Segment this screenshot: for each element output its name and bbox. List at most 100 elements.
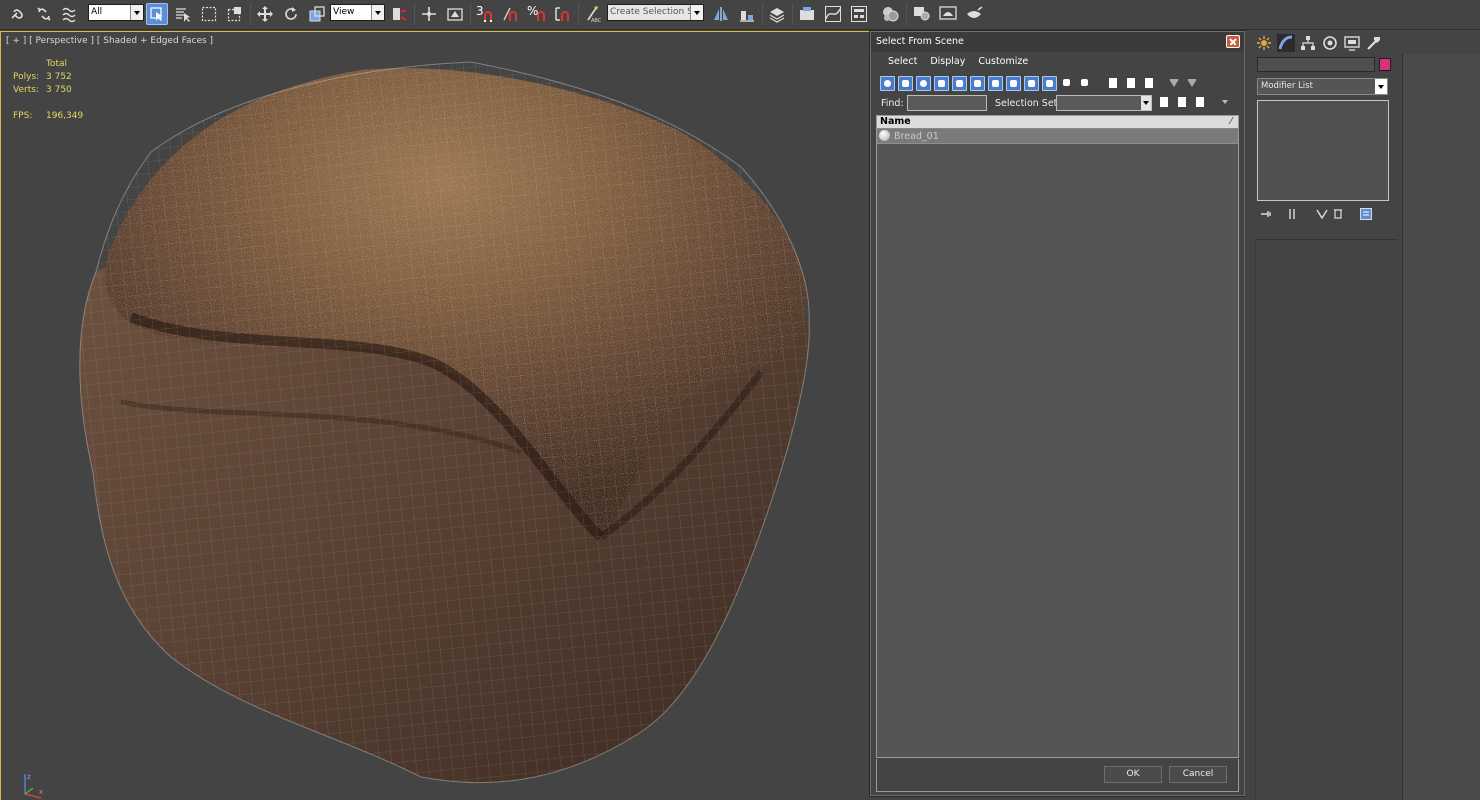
remove-selection-set-icon[interactable]: [1193, 95, 1208, 110]
filter-icon[interactable]: [1166, 76, 1181, 91]
options-chevron-icon[interactable]: [1220, 95, 1235, 110]
modify-tab-icon[interactable]: [1277, 34, 1295, 52]
select-none-icon[interactable]: [1124, 76, 1139, 91]
pin-stack-icon[interactable]: [1259, 207, 1273, 221]
material-editor-icon[interactable]: [878, 3, 902, 25]
pivot-icon[interactable]: [388, 3, 410, 25]
stats-polys-label: Polys:: [13, 72, 40, 82]
select-manipulate-icon[interactable]: [418, 3, 440, 25]
find-input[interactable]: [907, 95, 987, 111]
modifier-stack[interactable]: [1257, 100, 1389, 201]
align-icon[interactable]: [736, 3, 758, 25]
layer-manager-icon[interactable]: [766, 3, 788, 25]
command-panel-extension: [1402, 54, 1480, 800]
svg-text:ABC: ABC: [591, 18, 602, 23]
stats-verts-label: Verts:: [13, 85, 39, 95]
edit-named-selection-icon[interactable]: ABC: [582, 3, 604, 25]
object-name-input[interactable]: [1257, 57, 1375, 72]
select-by-name-icon[interactable]: [172, 3, 194, 25]
sort-icon: ⁄: [1230, 116, 1232, 127]
scene-object-list[interactable]: Name ⁄ Bread_01: [876, 115, 1239, 758]
geometry-object-icon: [879, 130, 890, 141]
ok-button[interactable]: OK: [1104, 766, 1162, 783]
select-object-icon[interactable]: [146, 3, 168, 25]
display-lights-icon[interactable]: [916, 76, 931, 91]
rendered-frame-icon[interactable]: [936, 3, 960, 25]
display-bones-icon[interactable]: [1024, 76, 1039, 91]
scale-icon[interactable]: [306, 3, 328, 25]
dialog-title: Select From Scene: [871, 32, 1244, 52]
chevron-down-icon: [690, 5, 703, 20]
show-end-result-icon[interactable]: [1285, 207, 1299, 221]
display-containers-icon[interactable]: [1042, 76, 1057, 91]
select-all-icon[interactable]: [1106, 76, 1121, 91]
dialog-button-bar: OK Cancel: [876, 759, 1239, 792]
cancel-button[interactable]: Cancel: [1169, 766, 1227, 783]
render-setup-icon[interactable]: [910, 3, 934, 25]
perspective-viewport[interactable]: [ + ] [ Perspective ] [ Shaded + Edged F…: [0, 31, 870, 800]
display-helpers-icon[interactable]: [952, 76, 967, 91]
hierarchy-tab-icon[interactable]: [1299, 34, 1317, 52]
close-icon[interactable]: [1226, 35, 1240, 48]
remove-modifier-icon[interactable]: [1331, 207, 1345, 221]
chevron-down-icon: [1141, 96, 1151, 110]
menu-select[interactable]: Select: [875, 53, 926, 71]
menu-display[interactable]: Display: [926, 53, 974, 71]
render-icon[interactable]: [962, 3, 986, 25]
display-groups-icon[interactable]: [988, 76, 1003, 91]
utilities-tab-icon[interactable]: [1365, 34, 1383, 52]
named-selection-dropdown[interactable]: Create Selection Se: [607, 4, 704, 21]
select-invert-icon[interactable]: [1142, 76, 1157, 91]
select-from-scene-dialog: Select From Scene Select Display Customi…: [870, 31, 1245, 796]
mirror-icon[interactable]: [710, 3, 732, 25]
display-shapes-icon[interactable]: [898, 76, 913, 91]
bind-spacewarp-icon[interactable]: [58, 3, 82, 25]
selection-filter-dropdown[interactable]: All: [88, 4, 144, 21]
spinner-snap-icon[interactable]: [552, 3, 574, 25]
schematic-view-icon[interactable]: [848, 3, 870, 25]
create-selection-set-icon[interactable]: [1157, 95, 1172, 110]
chevron-down-icon: [130, 5, 143, 20]
reference-coord-dropdown[interactable]: View: [330, 4, 385, 21]
display-cameras-icon[interactable]: [934, 76, 949, 91]
window-crossing-icon[interactable]: [224, 3, 246, 25]
bread-mesh[interactable]: [1, 32, 870, 800]
rect-region-icon[interactable]: [198, 3, 220, 25]
keyboard-shortcut-icon[interactable]: [444, 3, 466, 25]
angle-snap-icon[interactable]: [500, 3, 522, 25]
display-tab-icon[interactable]: [1343, 34, 1361, 52]
link-icon[interactable]: [6, 3, 30, 25]
percent-snap-label: %: [527, 4, 539, 18]
move-icon[interactable]: [254, 3, 276, 25]
list-item[interactable]: Bread_01: [877, 129, 1238, 144]
graphite-icon[interactable]: [796, 3, 818, 25]
dialog-menubar: Select Display Customize: [875, 53, 1240, 71]
display-spacewarps-icon[interactable]: [970, 76, 985, 91]
column-header-name[interactable]: Name ⁄: [877, 116, 1238, 129]
display-hidden-icon[interactable]: [1078, 76, 1093, 91]
display-geometry-icon[interactable]: [880, 76, 895, 91]
display-frozen-icon[interactable]: [1060, 76, 1075, 91]
find-label: Find:: [881, 98, 904, 109]
curve-editor-icon[interactable]: [822, 3, 844, 25]
add-to-selection-set-icon[interactable]: [1175, 95, 1190, 110]
rotate-icon[interactable]: [280, 3, 302, 25]
unlink-icon[interactable]: [32, 3, 56, 25]
percent-snap-icon[interactable]: %: [526, 3, 550, 25]
make-unique-icon[interactable]: [1315, 207, 1329, 221]
create-tab-icon[interactable]: [1255, 34, 1273, 52]
stats-polys-value: 3 752: [46, 72, 72, 82]
object-color-swatch[interactable]: [1379, 58, 1391, 71]
filter-options-icon[interactable]: [1184, 76, 1199, 91]
menu-customize[interactable]: Customize: [974, 53, 1037, 71]
viewport-label[interactable]: [ + ] [ Perspective ] [ Shaded + Edged F…: [6, 36, 213, 46]
axis-tripod-icon: z x: [24, 773, 43, 799]
selection-set-dropdown[interactable]: [1056, 95, 1152, 111]
motion-tab-icon[interactable]: [1321, 34, 1339, 52]
display-xrefs-icon[interactable]: [1006, 76, 1021, 91]
reference-coord-value: View: [333, 7, 355, 17]
snap-icon[interactable]: 3: [474, 3, 498, 25]
selection-set-label: Selection Set:: [995, 98, 1061, 109]
configure-modifier-sets-icon[interactable]: [1359, 207, 1373, 221]
modifier-list-dropdown[interactable]: Modifier List: [1257, 78, 1388, 95]
